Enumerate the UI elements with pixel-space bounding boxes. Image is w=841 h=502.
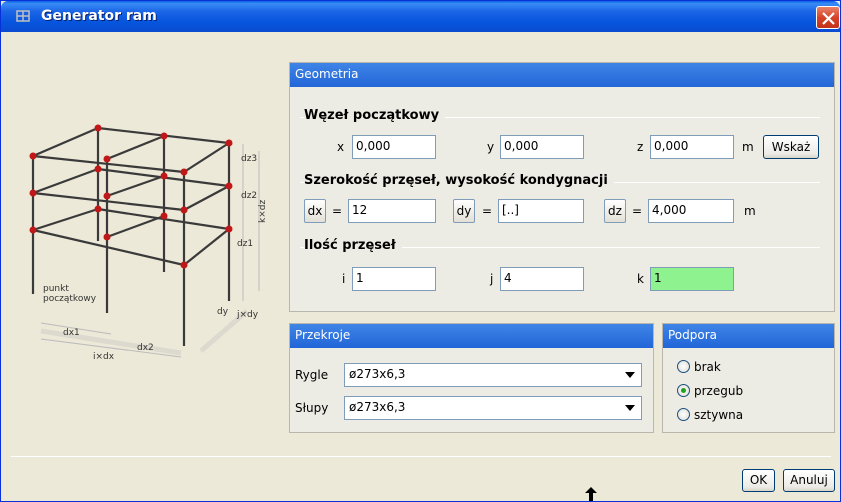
y-input[interactable]: 0,000: [500, 135, 584, 159]
label-jdy: j×dy: [236, 310, 259, 320]
radio-przegub-label: przegub: [694, 384, 744, 398]
ok-button[interactable]: OK: [742, 469, 775, 492]
frame-diagram: dz3 dz2 dz1 k×dz punkt początkowy dy j×d…: [29, 124, 268, 362]
dialog-window: Generator ram dz3 dz2 dz1 k×dz punkt poc…: [0, 0, 841, 502]
wskaz-button[interactable]: Wskaż: [763, 135, 819, 159]
close-icon: [822, 12, 835, 25]
slupy-label: Słupy: [295, 401, 329, 415]
rygle-value: ø273x6,3: [349, 367, 406, 381]
geometria-group: Geometria Węzeł początkowy x 0,000 y 0,0…: [289, 62, 835, 312]
radio-button[interactable]: [677, 384, 690, 397]
unit-label: m: [744, 204, 756, 218]
podpora-header: Podpora: [663, 324, 834, 348]
rygle-select[interactable]: ø273x6,3: [344, 363, 642, 387]
label-dz2: dz2: [241, 191, 257, 201]
dx-button[interactable]: dx: [304, 199, 326, 223]
przekroje-group: Przekroje Rygle ø273x6,3 Słupy ø273x6,3: [289, 323, 654, 433]
dy-input[interactable]: [..]: [498, 199, 584, 223]
section-ilosc-title: Ilość przęseł: [304, 238, 402, 253]
unit-label: m: [742, 140, 754, 154]
label-kdz: k×dz: [258, 200, 268, 223]
frame-app-icon: [16, 10, 30, 22]
slupy-select[interactable]: ø273x6,3: [344, 396, 642, 420]
label-dz1: dz1: [237, 239, 253, 249]
k-label: k: [637, 272, 644, 286]
radio-sztywna[interactable]: sztywna: [677, 408, 743, 422]
radio-brak-label: brak: [694, 360, 721, 374]
i-input[interactable]: 1: [352, 267, 436, 291]
label-dz3: dz3: [241, 154, 257, 164]
window-title: Generator ram: [41, 8, 157, 24]
close-button[interactable]: [816, 6, 840, 29]
geometria-header: Geometria: [290, 63, 834, 87]
chevron-down-icon: [625, 405, 635, 411]
z-input[interactable]: 0,000: [650, 135, 734, 159]
label-poczatkowy: początkowy: [43, 294, 97, 304]
chevron-down-icon: [625, 372, 635, 378]
radio-button[interactable]: [677, 360, 690, 373]
anuluj-button[interactable]: Anuluj: [783, 469, 835, 492]
k-input[interactable]: 1: [650, 267, 734, 291]
mouse-cursor-icon: [585, 487, 597, 501]
dx-input[interactable]: 12: [348, 199, 436, 223]
label-idx: i×dx: [93, 352, 115, 362]
y-label: y: [487, 140, 495, 154]
j-input[interactable]: 4: [500, 267, 584, 291]
dz-button[interactable]: dz: [604, 199, 626, 223]
x-input[interactable]: 0,000: [352, 135, 436, 159]
label-punkt: punkt: [43, 284, 69, 294]
rygle-label: Rygle: [295, 368, 329, 382]
footer-separator: [11, 456, 831, 457]
label-dx1: dx1: [63, 328, 80, 338]
label-dx2: dx2: [137, 343, 154, 353]
j-label: j: [490, 272, 494, 286]
dy-equals: =: [482, 204, 493, 218]
section-wezel-title: Węzeł początkowy: [304, 108, 446, 123]
slupy-value: ø273x6,3: [349, 400, 406, 414]
przekroje-header: Przekroje: [290, 324, 653, 348]
section-szerokosc-title: Szerokość przęseł, wysokość kondygnacji: [304, 173, 614, 188]
i-label: i: [342, 272, 346, 286]
radio-sztywna-label: sztywna: [694, 408, 744, 422]
dz-equals: =: [632, 204, 643, 218]
radio-przegub[interactable]: przegub: [677, 384, 743, 398]
label-dy: dy: [217, 307, 229, 317]
title-bar[interactable]: Generator ram: [1, 1, 840, 32]
dx-equals: =: [332, 204, 343, 218]
radio-brak[interactable]: brak: [677, 360, 721, 374]
z-label: z: [637, 140, 644, 154]
dz-input[interactable]: 4,000: [648, 199, 734, 223]
x-label: x: [337, 140, 345, 154]
podpora-group: Podpora brak przegub sztywna: [662, 323, 835, 433]
dy-button[interactable]: dy: [453, 199, 475, 223]
radio-button[interactable]: [677, 408, 690, 421]
